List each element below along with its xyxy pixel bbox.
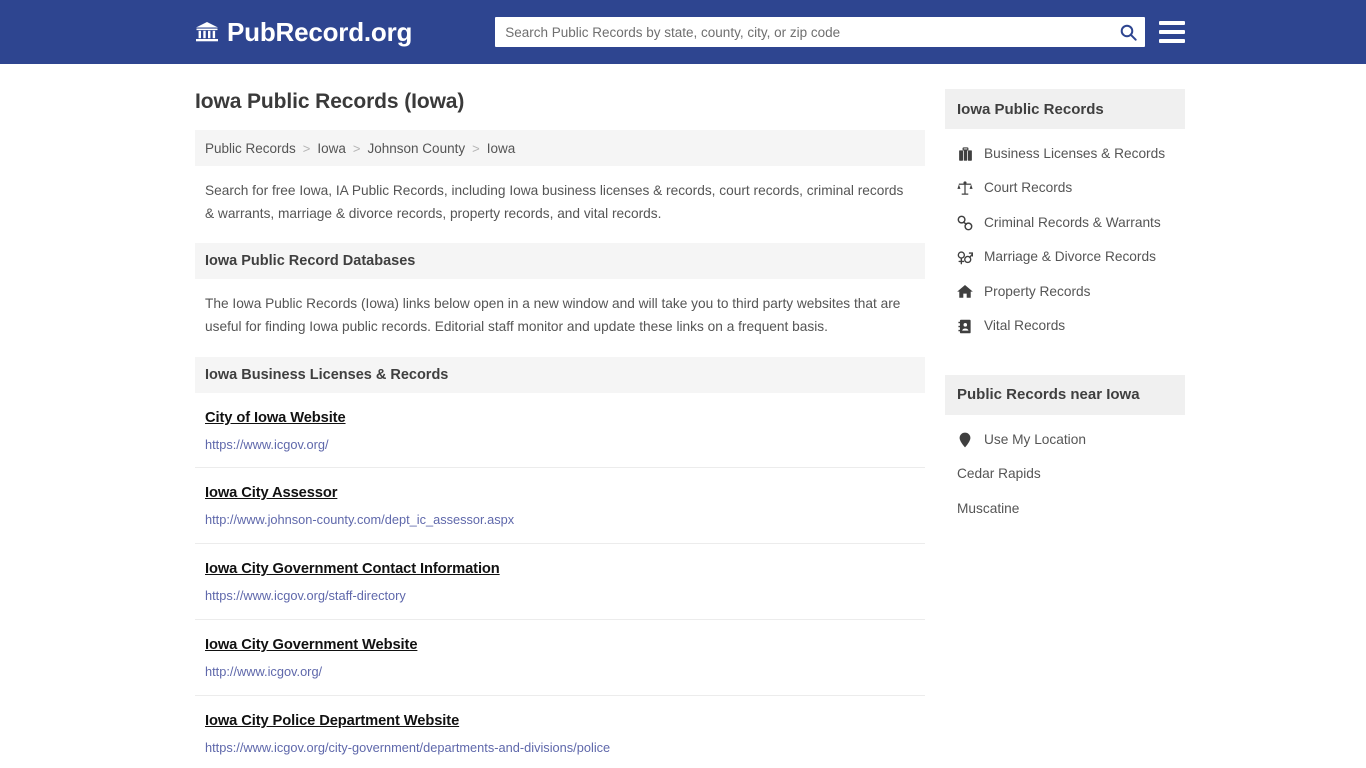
list-item: Iowa City Police Department Website http… [195,696,925,768]
handcuffs-icon [957,215,973,231]
breadcrumb-separator: > [472,140,480,156]
bank-landmark-icon [195,20,219,44]
sidebar-item-use-my-location[interactable]: Use My Location [945,423,1185,457]
map-pin-icon [957,432,973,448]
site-header: PubRecord.org [0,0,1366,64]
breadcrumb-item-public-records[interactable]: Public Records [205,141,296,156]
list-item: Iowa City Assessor http://www.johnson-co… [195,468,925,545]
sidebar-heading-records: Iowa Public Records [945,89,1185,129]
sidebar-heading-near: Public Records near Iowa [945,374,1185,415]
sidebar: Iowa Public Records Business Licenses & … [945,64,1185,526]
sidebar-item-property-records[interactable]: Property Records [945,275,1185,309]
sidebar-item-marriage-divorce[interactable]: Marriage & Divorce Records [945,240,1185,274]
header-right-group [495,17,1186,47]
databases-description: The Iowa Public Records (Iowa) links bel… [205,296,901,335]
hamburger-bar [1159,21,1186,25]
page-title: Iowa Public Records (Iowa) [195,90,465,113]
records-link-list: City of Iowa Website https://www.icgov.o… [195,393,925,768]
sidebar-item-label: Marriage & Divorce Records [984,249,1156,265]
sidebar-near-list: Use My Location Cedar Rapids Muscatine [945,415,1185,526]
record-link-title[interactable]: City of Iowa Website [205,409,346,428]
sidebar-item-vital-records[interactable]: Vital Records [945,309,1185,343]
record-link-title[interactable]: Iowa City Government Website [205,636,418,655]
sidebar-item-business-licenses[interactable]: Business Licenses & Records [945,137,1185,171]
scales-of-justice-icon [957,181,973,197]
record-link-url: http://www.icgov.org/ [205,663,323,679]
id-card-icon [957,318,973,334]
sidebar-item-label: Muscatine [957,500,1020,516]
sidebar-item-muscatine[interactable]: Muscatine [945,492,1185,526]
breadcrumb-item-iowa-state[interactable]: Iowa [317,141,346,156]
breadcrumb: Public Records > Iowa > Johnson County >… [195,130,925,167]
gender-symbols-icon [957,250,973,266]
record-link-title[interactable]: Iowa City Police Department Website [205,712,459,731]
sidebar-item-label: Vital Records [984,318,1066,334]
record-link-url: https://www.icgov.org/ [205,436,329,452]
search-button[interactable] [1115,20,1141,44]
briefcase-icon [957,146,973,162]
breadcrumb-item-iowa-city[interactable]: Iowa [487,141,516,156]
breadcrumb-separator: > [302,140,311,156]
hamburger-bar [1159,39,1186,43]
sidebar-item-label: Use My Location [984,431,1086,447]
hamburger-menu-icon[interactable] [1159,21,1186,43]
record-link-url: http://www.johnson-county.com/dept_ic_as… [205,512,515,528]
brand-name: PubRecord.org [227,17,413,47]
record-link-url: https://www.icgov.org/staff-directory [205,588,406,604]
brand-logo-link[interactable]: PubRecord.org [195,19,412,45]
list-item: City of Iowa Website https://www.icgov.o… [195,393,925,469]
sidebar-records-list: Business Licenses & Records Court Record… [945,129,1185,344]
main-content-column: Iowa Public Records (Iowa) Public Record… [195,64,925,768]
record-link-title[interactable]: Iowa City Assessor [205,484,337,503]
search-box[interactable] [495,17,1146,47]
intro-description: Search for free Iowa, IA Public Records,… [205,183,904,221]
sidebar-item-cedar-rapids[interactable]: Cedar Rapids [945,457,1185,491]
list-item: Iowa City Government Contact Information… [195,544,925,620]
sidebar-item-label: Cedar Rapids [957,466,1041,482]
record-link-title[interactable]: Iowa City Government Contact Information [205,560,500,579]
breadcrumb-item-johnson-county[interactable]: Johnson County [368,141,466,156]
sidebar-item-label: Court Records [984,180,1073,196]
sidebar-item-criminal-records[interactable]: Criminal Records & Warrants [945,206,1185,240]
breadcrumb-separator: > [352,140,361,156]
list-item: Iowa City Government Website http://www.… [195,620,925,696]
house-icon [957,284,973,300]
record-link-url: https://www.icgov.org/city-government/de… [205,739,611,755]
header-inner: PubRecord.org [0,17,1366,47]
search-icon [1120,24,1137,41]
sidebar-item-court-records[interactable]: Court Records [945,171,1185,205]
sidebar-item-label: Business Licenses & Records [984,146,1166,161]
sidebar-item-label: Property Records [984,283,1091,299]
search-input[interactable] [495,17,1146,47]
page-container: Iowa Public Records (Iowa) Public Record… [0,64,1366,768]
section-header-databases: Iowa Public Record Databases [195,243,925,280]
sidebar-item-label: Criminal Records & Warrants [984,214,1161,230]
hamburger-bar [1159,30,1186,34]
section-header-business-licenses: Iowa Business Licenses & Records [195,356,925,393]
